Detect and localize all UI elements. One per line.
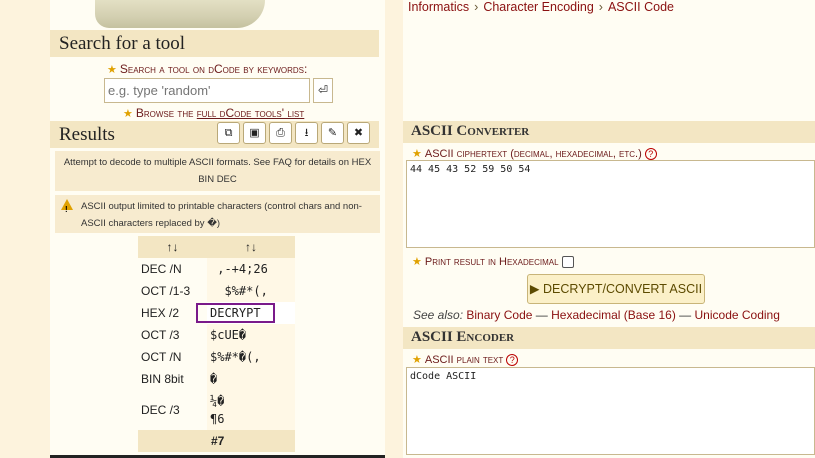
format-cell: OCT /1-3	[141, 284, 191, 298]
search-input[interactable]	[104, 78, 310, 103]
help-icon[interactable]: ?	[506, 354, 519, 366]
table-row: HEX /2 DECRYPT	[138, 302, 295, 324]
table-row: OCT /3 $cUE�	[138, 324, 295, 346]
star-icon: ★	[412, 148, 422, 160]
table-footer-row: #7	[138, 430, 295, 452]
search-label: ★ Search a tool on dCode by keywords:	[107, 62, 308, 76]
see-also: See also: Binary Code — Hexadecimal (Bas…	[413, 308, 780, 322]
download-icon[interactable]: ⭳	[295, 122, 318, 144]
link-hexadecimal[interactable]: Hexadecimal (Base 16)	[551, 308, 676, 322]
decrypt-button[interactable]: ▶ DECRYPT/CONVERT ASCII	[527, 274, 705, 304]
sort-column-2[interactable]: ↑↓	[207, 236, 295, 258]
star-icon: ★	[107, 64, 117, 76]
ciphertext-input[interactable]: 44 45 43 52 59 50 54	[406, 160, 815, 248]
save-icon[interactable]: ▣	[243, 122, 266, 144]
page-margin	[0, 0, 50, 458]
warning-icon: !	[61, 199, 73, 214]
breadcrumb-sep: ›	[598, 0, 603, 14]
dcode-logo[interactable]	[95, 0, 265, 28]
search-panel-title: Search for a tool	[59, 33, 186, 54]
value-cell[interactable]: �	[207, 368, 295, 390]
value-line: ¼�	[210, 394, 225, 408]
table-row: DEC /3 ¼� ¶6	[138, 390, 295, 430]
ciphertext-label: ★ ASCII ciphertext (decimal, hexadecimal,…	[412, 147, 657, 160]
hex-checkbox[interactable]	[561, 256, 574, 269]
plaintext-label: ★ ASCII plain text?	[412, 353, 519, 366]
table-header-row: ↑↓ ↑↓	[138, 236, 295, 258]
format-cell: DEC /3	[141, 403, 180, 417]
footer-count: #7	[207, 430, 295, 452]
value-cell[interactable]: ,-+4;26	[207, 258, 295, 280]
breadcrumb-sep: ›	[474, 0, 479, 14]
converter-title: ASCII Converter	[411, 123, 530, 139]
table-row: BIN 8bit �	[138, 368, 295, 390]
results-warning: ! ASCII output limited to printable char…	[55, 195, 380, 233]
value-cell[interactable]: $%#*�(,	[207, 346, 295, 368]
encoder-title: ASCII Encoder	[411, 329, 515, 345]
table-row: DEC /N ,-+4;26	[138, 258, 295, 280]
link-binary-code[interactable]: Binary Code	[466, 308, 532, 322]
link-unicode-coding[interactable]: Unicode Coding	[695, 308, 780, 322]
warning-text: ASCII output limited to printable charac…	[81, 201, 362, 229]
value-cell[interactable]: $cUE�	[207, 324, 295, 346]
format-cell: BIN 8bit	[141, 372, 184, 386]
star-icon: ★	[123, 108, 133, 120]
plaintext-input[interactable]: dCode ASCII	[406, 367, 815, 455]
value-cell[interactable]: $%#*(,	[207, 280, 295, 302]
star-icon: ★	[412, 354, 422, 366]
breadcrumb: Informatics › Character Encoding › ASCII Cod…	[408, 0, 674, 14]
close-icon[interactable]: ✖	[347, 122, 370, 144]
copy-icon[interactable]: ⧉	[217, 122, 240, 144]
help-icon[interactable]: ?	[644, 148, 657, 160]
column-gutter	[385, 0, 403, 458]
table-row: OCT /N $%#*�(,	[138, 346, 295, 368]
breadcrumb-informatics[interactable]: Informatics	[408, 0, 469, 14]
browse-tools: ★ Browse the full dCode tools' list	[123, 106, 305, 120]
pin-icon[interactable]: ✎	[321, 122, 344, 144]
value-line: ¶6	[210, 412, 225, 426]
results-note: Attempt to decode to multiple ASCII form…	[55, 151, 380, 191]
breadcrumb-ascii-code[interactable]: ASCII Code	[608, 0, 674, 14]
enter-icon[interactable]: ⏎	[313, 78, 333, 103]
value-cell-highlighted[interactable]: DECRYPT	[196, 302, 295, 324]
results-toolbar: ⧉ ▣ ⎙ ⭳ ✎ ✖	[217, 122, 370, 144]
star-icon: ★	[412, 256, 422, 268]
print-icon[interactable]: ⎙	[269, 122, 292, 144]
results-table: ↑↓ ↑↓ DEC /N ,-+4;26 OCT /1-3 $%#*(, HEX…	[138, 236, 295, 452]
results-panel-title: Results	[59, 124, 115, 145]
value-cell[interactable]: ¼� ¶6	[207, 390, 295, 430]
format-cell: OCT /N	[141, 350, 182, 364]
breadcrumb-character-encoding[interactable]: Character Encoding	[483, 0, 593, 14]
full-tools-list-link[interactable]: full dCode tools' list	[197, 106, 305, 120]
table-row: OCT /1-3 $%#*(,	[138, 280, 295, 302]
format-cell: DEC /N	[141, 262, 182, 276]
footer-blank	[138, 430, 207, 452]
decoded-highlight[interactable]: DECRYPT	[196, 303, 275, 323]
sort-column-1[interactable]: ↑↓	[138, 236, 207, 258]
hex-option: ★ Print result in Hexadecimal	[412, 255, 574, 269]
format-cell: OCT /3	[141, 328, 180, 342]
